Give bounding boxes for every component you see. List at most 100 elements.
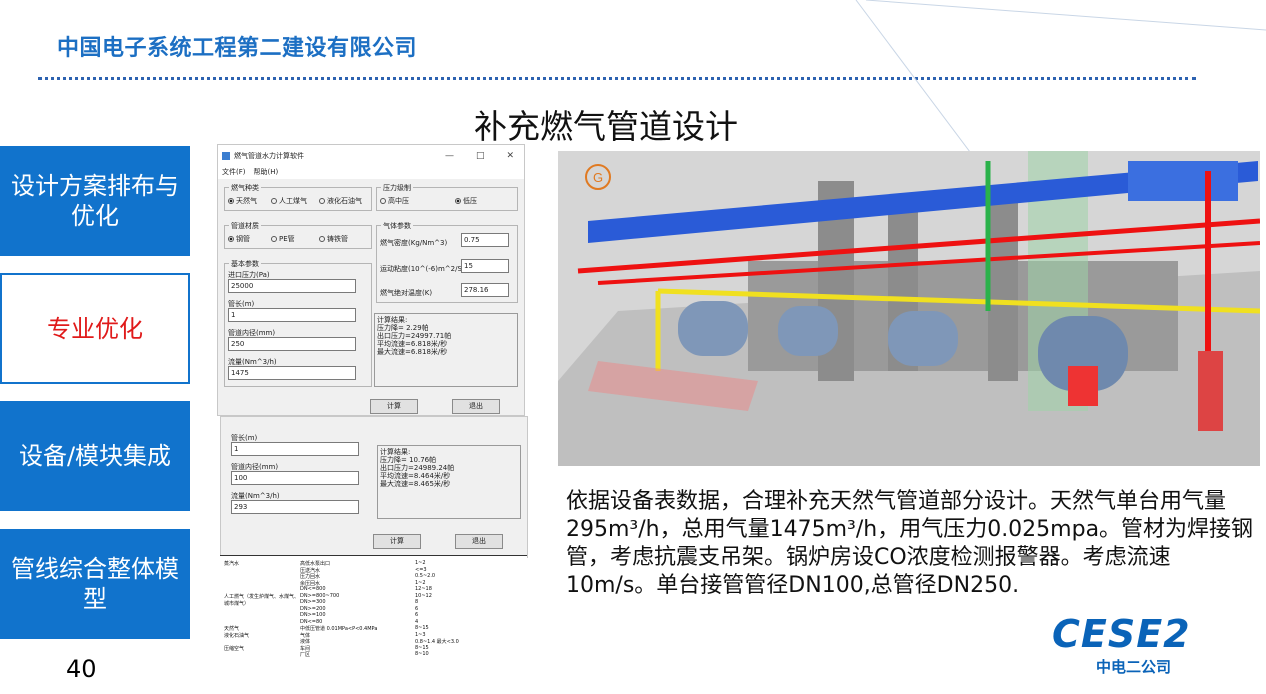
radio-label: PE管 xyxy=(279,235,295,243)
logo-subtitle: 中电二公司 xyxy=(1096,658,1172,676)
exit-button-2[interactable]: 退出 xyxy=(455,534,503,549)
calc-result-box: 计算结果: 压力降= 2.29帕 出口压力=24997.71帕 平均流速=6.8… xyxy=(374,313,518,387)
table-cell xyxy=(220,612,300,618)
flow-field-2[interactable]: 293 xyxy=(231,500,359,514)
table-cell: DN<=800 xyxy=(300,586,326,592)
table-cell xyxy=(220,586,300,592)
nav-item-professional-optimization[interactable]: 专业优化 xyxy=(0,273,190,384)
temp-label: 燃气绝对温度(K) xyxy=(380,289,433,297)
diameter-field[interactable]: 250 xyxy=(228,337,356,351)
pressure-level-title: 压力级制 xyxy=(381,183,413,193)
radio-icon xyxy=(380,198,386,204)
density-field[interactable]: 0.75 xyxy=(461,233,509,247)
logo-wordmark: CESE2 xyxy=(1052,612,1191,656)
radio-high-mid-pressure[interactable]: 高中压 xyxy=(380,196,409,206)
window-titlebar: 燃气管道水力计算软件 — □ ✕ xyxy=(218,145,524,167)
header-divider xyxy=(38,77,1196,80)
diameter-field-2[interactable]: 100 xyxy=(231,471,359,485)
menu-file[interactable]: 文件(F) xyxy=(222,167,246,179)
table-cell: DN>=300 xyxy=(300,599,326,605)
table-row: DN>=300 8 xyxy=(220,599,527,605)
nav-item-pipeline-model[interactable]: 管线综合整体模型 xyxy=(0,529,190,639)
table-cell: DN<=80 xyxy=(300,618,323,625)
pipe-material-group: 管道材质 钢管 PE管 铸铁管 xyxy=(224,221,372,249)
calculate-button-2[interactable]: 计算 xyxy=(373,534,421,549)
gas-params-group: 气体参数 燃气密度(Kg/Nm^3) 0.75 运动粘度(10^(-6)m^2/… xyxy=(376,221,518,303)
table-cell: 6 xyxy=(415,605,419,612)
table-cell xyxy=(220,651,300,658)
radio-icon xyxy=(271,236,277,242)
table-cell: 厂区 xyxy=(300,652,311,658)
slide-title: 补充燃气管道设计 xyxy=(474,107,738,146)
radio-label: 钢管 xyxy=(236,235,250,243)
calc-software-window-second: 管长(m) 1 管道内径(mm) 100 流量(Nm^3/h) 293 计算结果… xyxy=(220,416,528,558)
minimize-icon[interactable]: — xyxy=(445,151,454,161)
pipe-material-title: 管道材质 xyxy=(229,221,261,231)
table-row: DN<=80 4 xyxy=(220,619,527,625)
table-row: DN>=100 6 xyxy=(220,612,527,618)
flow-field[interactable]: 1475 xyxy=(228,366,356,380)
table-cell: 6 xyxy=(415,612,419,618)
radio-icon xyxy=(319,236,325,242)
density-label: 燃气密度(Kg/Nm^3) xyxy=(380,239,448,247)
table-cell: DN>=200 xyxy=(300,605,326,612)
radio-icon xyxy=(228,198,234,204)
table-cell: 12~18 xyxy=(415,586,432,592)
table-cell: DN>=100 xyxy=(300,612,326,618)
nav-item-layout-optimization[interactable]: 设计方案排布与优化 xyxy=(0,146,190,256)
radio-natural-gas[interactable]: 天然气 xyxy=(228,196,257,206)
radio-low-pressure[interactable]: 低压 xyxy=(455,196,477,206)
menu-help[interactable]: 帮助(H) xyxy=(254,167,279,179)
radio-artificial-gas[interactable]: 人工煤气 xyxy=(271,196,307,206)
menu-bar: 文件(F) 帮助(H) xyxy=(218,167,524,179)
table-cell: 4 xyxy=(415,618,419,625)
table-row: DN>=200 6 xyxy=(220,606,527,612)
length-field[interactable]: 1 xyxy=(228,308,356,322)
table-cell: 8~10 xyxy=(415,651,429,657)
radio-icon xyxy=(455,198,461,204)
render-illustration: G xyxy=(558,151,1260,466)
calculate-button[interactable]: 计算 xyxy=(370,399,418,414)
radio-cast-iron-pipe[interactable]: 铸铁管 xyxy=(319,234,348,244)
radio-icon xyxy=(271,198,277,204)
table-cell: 8 xyxy=(415,599,419,605)
page-number: 40 xyxy=(66,655,97,683)
calc-result-box-2: 计算结果: 压力降= 10.76帕 出口压力=24989.24帕 平均流速=8.… xyxy=(377,445,521,519)
render-marker-label: G xyxy=(593,170,603,185)
basic-params-title: 基本参数 xyxy=(229,259,261,269)
inlet-pressure-field[interactable]: 25000 xyxy=(228,279,356,293)
radio-label: 人工煤气 xyxy=(279,197,307,205)
maximize-icon[interactable]: □ xyxy=(476,151,485,161)
temp-field[interactable]: 278.16 xyxy=(461,283,509,297)
table-cell xyxy=(220,606,300,612)
app-icon xyxy=(222,152,230,160)
radio-label: 低压 xyxy=(463,197,477,205)
radio-steel-pipe[interactable]: 钢管 xyxy=(228,234,250,244)
radio-label: 液化石油气 xyxy=(327,197,362,205)
viscosity-field[interactable]: 15 xyxy=(461,259,509,273)
radio-lpg[interactable]: 液化石油气 xyxy=(319,196,362,206)
table-row: 厂区 8~10 xyxy=(220,651,527,658)
radio-label: 高中压 xyxy=(388,197,409,205)
calc-software-window: 燃气管道水力计算软件 — □ ✕ 文件(F) 帮助(H) 燃气种类 天然气 人工… xyxy=(217,144,525,416)
table-cell xyxy=(220,599,300,605)
design-description: 依据设备表数据，合理补充天然气管道部分设计。天然气单台用气量295m³/h，总用… xyxy=(566,489,1254,598)
close-icon[interactable]: ✕ xyxy=(506,151,514,161)
gas-pipe-3d-render: G xyxy=(558,151,1260,466)
window-title: 燃气管道水力计算软件 xyxy=(234,152,304,160)
gas-type-title: 燃气种类 xyxy=(229,183,261,193)
company-logo: CESE2 中电二公司 xyxy=(1052,612,1232,678)
velocity-spec-table: 蒸汽水 高低水泵出口 1~2 压送汽水 <=3 压力回水 0.5~2.0 余压回水 1~2 DN<… xyxy=(220,555,527,660)
gas-params-title: 气体参数 xyxy=(381,221,413,231)
radio-label: 铸铁管 xyxy=(327,235,348,243)
radio-icon xyxy=(228,236,234,242)
nav-item-equipment-integration[interactable]: 设备/模块集成 xyxy=(0,401,190,511)
radio-pe-pipe[interactable]: PE管 xyxy=(271,234,295,244)
gas-type-group: 燃气种类 天然气 人工煤气 液化石油气 xyxy=(224,183,372,211)
pressure-level-group: 压力级制 高中压 低压 xyxy=(376,183,518,211)
length-field-2[interactable]: 1 xyxy=(231,442,359,456)
basic-params-group: 基本参数 进口压力(Pa) 25000 管长(m) 1 管道内径(mm) 250… xyxy=(224,259,372,387)
exit-button[interactable]: 退出 xyxy=(452,399,500,414)
table-cell xyxy=(220,619,300,625)
company-name: 中国电子系统工程第二建设有限公司 xyxy=(57,36,418,61)
